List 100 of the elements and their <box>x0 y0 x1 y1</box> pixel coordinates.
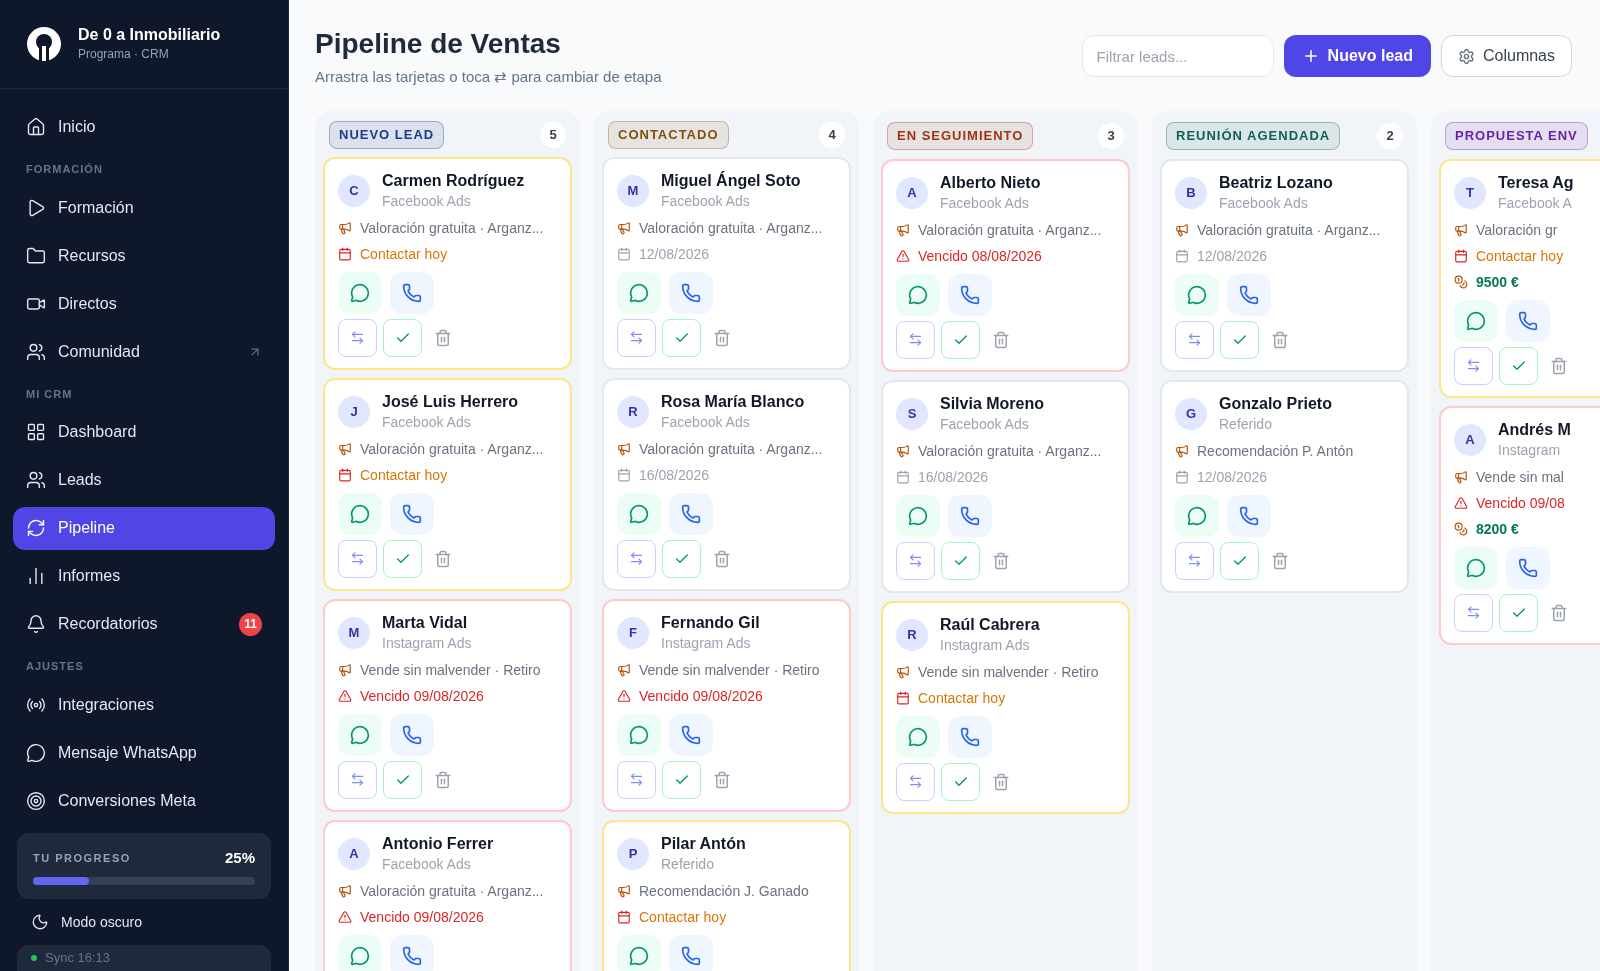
columns-button[interactable]: Columnas <box>1440 35 1572 77</box>
avatar: M <box>617 174 649 207</box>
lead-name: Teresa Ag <box>1498 172 1574 193</box>
nav-item[interactable]: Conversiones Meta <box>13 779 275 822</box>
card-count: 4 <box>819 121 845 148</box>
lead-card[interactable]: M Marta Vidal Instagram Ads Vende sin malvender · Retiro Vencido 09/08/2026 <box>323 598 572 812</box>
lead-source: Referido <box>1219 414 1273 434</box>
due-date: 16/08/2026 <box>639 465 710 485</box>
stage-tag: REUNIÓN AGENDADA <box>1166 121 1341 150</box>
lead-name: Alberto Nieto <box>940 172 1041 193</box>
lead-card[interactable]: F Fernando Gil Instagram Ads Vende sin malvender · Retiro Vencido 09/08/2026 <box>602 598 851 812</box>
lead-name: Miguel Ángel Soto <box>661 170 801 191</box>
page-title: Pipeline de Ventas <box>315 27 562 61</box>
lead-card[interactable]: A Antonio Ferrer Facebook Ads Valoración gratuita · Arganz... Vencido 09/08/2026 <box>323 819 572 971</box>
deal-amount: 8200 € <box>1476 519 1519 539</box>
lead-card[interactable]: T Teresa Ag Facebook A Valoración gr Contactar hoy 9500 € <box>1439 158 1600 398</box>
dark-mode-toggle[interactable]: Modo oscuro <box>17 899 271 945</box>
new-lead-button[interactable]: Nuevo lead <box>1283 35 1431 77</box>
section-heading: FORMACIÓN <box>25 162 104 177</box>
avatar: G <box>1175 397 1207 430</box>
avatar: R <box>896 618 928 651</box>
lead-card[interactable]: R Raúl Cabrera Instagram Ads Vende sin malvender · Retiro Contactar hoy <box>881 600 1130 814</box>
lead-card[interactable]: G Gonzalo Prieto Referido Recomendación P. Antón 12/08/2026 <box>1160 379 1409 593</box>
nav-item[interactable]: Formación <box>13 186 275 229</box>
avatar: A <box>1454 423 1486 456</box>
lead-name: Marta Vidal <box>382 612 469 633</box>
nav-item[interactable]: Comunidad <box>13 330 275 373</box>
filter-field[interactable]: Filtrar leads... <box>1081 35 1274 77</box>
card-count: 3 <box>1098 122 1124 149</box>
stage-tag: NUEVO LEAD <box>329 120 445 149</box>
avatar: F <box>617 616 649 649</box>
avatar: A <box>338 837 370 870</box>
due-date: Contactar hoy <box>360 244 448 264</box>
due-date: Vencido 08/08/2026 <box>918 246 1042 266</box>
section-heading: AJUSTES <box>25 659 85 674</box>
lead-campaign: Vende sin malvender · Retiro <box>918 662 1099 682</box>
nav-item[interactable]: Integraciones <box>13 683 275 726</box>
lead-card[interactable]: A Andrés M Instagram Vende sin mal Vencido 09/08 8200 € <box>1439 405 1600 645</box>
lead-name: Raúl Cabrera <box>940 614 1040 635</box>
nav-item[interactable]: Directos <box>13 282 275 325</box>
nav-item[interactable]: Dashboard <box>13 410 275 454</box>
lead-campaign: Valoración gratuita · Arganz... <box>1197 220 1381 240</box>
due-date: 12/08/2026 <box>1197 467 1268 487</box>
avatar: S <box>896 397 928 430</box>
lead-name: Silvia Moreno <box>940 393 1045 414</box>
stage-tag: CONTACTADO <box>608 120 729 149</box>
lead-name: José Luis Herrero <box>382 391 519 412</box>
lead-campaign: Valoración gratuita · Arganz... <box>360 881 544 901</box>
card-count: 5 <box>540 121 566 148</box>
lead-card[interactable]: M Miguel Ángel Soto Facebook Ads Valoración gratuita · Arganz... 12/08/2026 <box>602 156 851 370</box>
due-date: 12/08/2026 <box>639 244 710 264</box>
lead-source: Facebook A <box>1498 193 1573 213</box>
progress-label: TU PROGRESO <box>33 850 131 866</box>
lead-card[interactable]: B Beatriz Lozano Facebook Ads Valoración gratuita · Arganz... 12/08/2026 <box>1160 158 1409 372</box>
lead-campaign: Valoración gratuita · Arganz... <box>918 220 1102 240</box>
lead-card[interactable]: A Alberto Nieto Facebook Ads Valoración gratuita · Arganz... Vencido 08/08/2026 <box>881 158 1130 372</box>
lead-source: Instagram Ads <box>940 635 1031 655</box>
lead-source: Facebook Ads <box>661 412 751 432</box>
nav-item[interactable]: Recursos <box>13 234 275 277</box>
lead-name: Fernando Gil <box>661 612 760 633</box>
lead-campaign: Valoración gr <box>1476 220 1558 240</box>
nav-item[interactable]: Pipeline <box>13 506 275 550</box>
lead-source: Facebook Ads <box>940 193 1030 213</box>
lead-card[interactable]: J José Luis Herrero Facebook Ads Valoración gratuita · Arganz... Contactar hoy <box>323 377 572 591</box>
lead-name: Carmen Rodríguez <box>382 170 525 191</box>
lead-source: Referido <box>661 854 715 874</box>
deal-amount: 9500 € <box>1476 272 1519 292</box>
lead-campaign: Recomendación J. Ganado <box>639 881 809 901</box>
nav-item[interactable]: Leads <box>13 458 275 502</box>
lead-source: Facebook Ads <box>661 191 751 211</box>
due-date: Vencido 09/08/2026 <box>639 686 763 706</box>
lead-campaign: Vende sin malvender · Retiro <box>360 660 541 680</box>
lead-name: Beatriz Lozano <box>1219 172 1333 193</box>
lead-source: Facebook Ads <box>382 412 472 432</box>
notification-badge: 11 <box>239 612 262 636</box>
avatar: P <box>617 837 649 870</box>
lead-campaign: Valoración gratuita · Arganz... <box>639 218 823 238</box>
brand-name: De 0 a Inmobiliario <box>78 25 221 45</box>
lead-source: Instagram <box>1498 440 1562 460</box>
lead-card[interactable]: R Rosa María Blanco Facebook Ads Valoración gratuita · Arganz... 16/08/2026 <box>602 377 851 591</box>
lead-campaign: Vende sin mal <box>1476 467 1564 487</box>
lead-card[interactable]: P Pilar Antón Referido Recomendación J. Ganado Contactar hoy <box>602 819 851 971</box>
nav-item[interactable]: Mensaje WhatsApp <box>13 731 275 774</box>
lead-name: Gonzalo Prieto <box>1219 393 1332 414</box>
sync-status: Sync 16:13 <box>17 945 271 971</box>
nav-item[interactable]: Recordatorios 11 <box>13 602 275 646</box>
lead-source: Instagram Ads <box>661 633 752 653</box>
avatar: C <box>338 174 370 207</box>
lead-campaign: Valoración gratuita · Arganz... <box>360 218 544 238</box>
due-date: Vencido 09/08/2026 <box>360 686 484 706</box>
lead-name: Andrés M <box>1498 419 1571 440</box>
avatar: J <box>338 395 370 428</box>
lead-card[interactable]: C Carmen Rodríguez Facebook Ads Valoración gratuita · Arganz... Contactar hoy <box>323 156 572 370</box>
nav-item[interactable]: Informes <box>13 554 275 598</box>
lead-name: Antonio Ferrer <box>382 833 494 854</box>
avatar: T <box>1454 176 1486 209</box>
lead-campaign: Valoración gratuita · Arganz... <box>639 439 823 459</box>
nav-item[interactable]: Inicio <box>13 105 275 149</box>
due-date: Contactar hoy <box>639 907 727 927</box>
lead-card[interactable]: S Silvia Moreno Facebook Ads Valoración gratuita · Arganz... 16/08/2026 <box>881 379 1130 593</box>
